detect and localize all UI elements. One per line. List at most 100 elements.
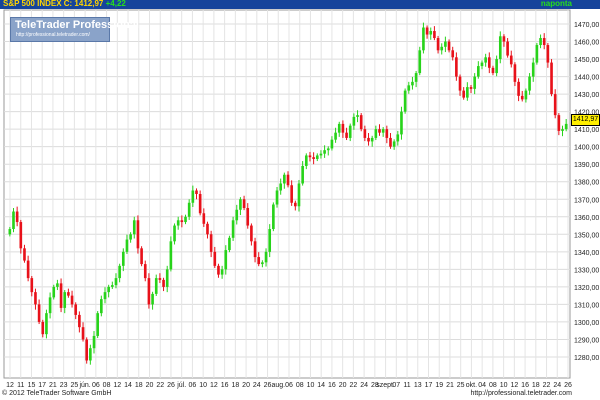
candle-body [407, 85, 411, 91]
candle-body [41, 321, 45, 335]
x-tick-label: 22 [156, 382, 164, 389]
candle-body [217, 265, 220, 275]
candle-body [220, 269, 224, 275]
logo-title: TeleTrader Professional [15, 19, 139, 31]
candle-body [231, 220, 235, 238]
candle-body [257, 257, 261, 265]
candle-body [392, 141, 396, 147]
candle-body [253, 241, 257, 258]
candle-body [110, 285, 114, 287]
x-tick-label: 08 [489, 382, 497, 389]
candle-body [356, 115, 359, 117]
candle-body [513, 64, 517, 82]
candle-body [143, 264, 147, 279]
candle-body [506, 41, 509, 56]
candle-body [261, 262, 264, 265]
x-tick-label: 10 [199, 382, 207, 389]
candle-body [539, 38, 542, 46]
candle-body [96, 313, 99, 336]
x-tick-label: 12 [510, 382, 518, 389]
candle-body [81, 327, 85, 340]
candle-body [202, 213, 206, 224]
x-tick-label: 18 [135, 382, 143, 389]
y-tick-label: 1290,00 [574, 337, 599, 344]
candle-body [374, 129, 378, 138]
candle-body [198, 194, 202, 214]
candle-body [524, 90, 528, 100]
candle-body [34, 292, 37, 305]
candle-body [103, 292, 107, 300]
x-tick-label: 12 [210, 382, 218, 389]
candle-body [378, 129, 381, 133]
candle-body [451, 50, 455, 58]
y-tick-label: 1450,00 [574, 57, 599, 64]
candle-body [118, 265, 121, 279]
candle-body [458, 76, 462, 91]
y-tick-label: 1370,00 [574, 197, 599, 204]
x-tick-label: 06 [285, 382, 293, 389]
candle-body [250, 225, 253, 242]
candle-body [352, 116, 356, 126]
candle-body [89, 348, 92, 361]
candle-body [239, 199, 242, 210]
candle-body [312, 157, 315, 159]
candle-body [348, 125, 352, 138]
price-change: +4,22 [105, 0, 126, 8]
candle-body [319, 153, 323, 156]
y-tick-label: 1300,00 [574, 320, 599, 327]
candle-body [491, 67, 495, 74]
x-tick-label: 26 [264, 382, 272, 389]
candle-body [334, 132, 337, 140]
candle-body [294, 202, 297, 207]
candle-body [345, 132, 348, 138]
candle-body [414, 73, 418, 82]
candle-body [264, 251, 268, 263]
candle-body [74, 304, 78, 315]
candle-body [385, 129, 389, 138]
candle-body [121, 251, 125, 266]
candle-body [367, 137, 370, 142]
candle-body [400, 111, 403, 135]
x-tick-label: 15 [28, 382, 36, 389]
candle-body [132, 220, 136, 235]
candle-body [301, 165, 304, 184]
candle-body [158, 278, 162, 280]
x-tick-label: 26 [167, 382, 175, 389]
candle-body [495, 59, 498, 74]
candle-body [487, 57, 491, 68]
candle-body [550, 62, 553, 95]
candle-body [114, 278, 118, 286]
candle-body [242, 199, 246, 209]
x-tick-label: jún. [78, 382, 90, 389]
candle-body [462, 90, 466, 98]
x-tick-label: 16 [521, 382, 529, 389]
candle-body [546, 45, 550, 63]
candle-body [52, 286, 56, 298]
x-tick-label: 08 [296, 382, 304, 389]
candle-body [326, 148, 330, 151]
chart-header: S&P 500 INDEX C: 1412,97 +4,22 naponta [0, 0, 600, 9]
candle-body [370, 137, 374, 142]
candle-body [184, 216, 187, 223]
candle-body [480, 62, 484, 67]
candle-body [436, 38, 440, 51]
x-tick-label: 19 [435, 382, 443, 389]
x-tick-label: 14 [124, 382, 132, 389]
x-tick-label: 25 [457, 382, 465, 389]
x-tick-label: 11 [403, 382, 410, 389]
candle-body [315, 155, 319, 159]
y-tick-label: 1350,00 [574, 232, 599, 239]
x-tick-label: 07 [392, 382, 400, 389]
candle-body [187, 202, 191, 217]
logo-url: http://professional.teletrader.com/ [16, 32, 90, 38]
candle-body [15, 211, 19, 223]
y-tick-label: 1460,00 [574, 40, 599, 47]
x-tick-label: aug. [271, 382, 285, 389]
candle-body [8, 229, 12, 235]
candle-body [279, 183, 282, 191]
x-tick-label: 17 [425, 382, 433, 389]
footer: © 2012 TeleTrader Software GmbH http://p… [0, 390, 600, 400]
candle-body [422, 27, 425, 51]
candle-body [154, 278, 158, 294]
y-tick-label: 1310,00 [574, 302, 599, 309]
